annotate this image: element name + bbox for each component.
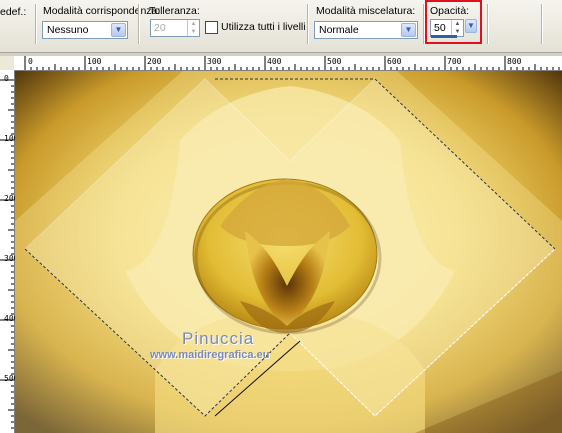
ruler-label: 200 [147, 57, 162, 66]
blend-mode-select[interactable]: Normale ▼ [314, 21, 418, 39]
tolerance-label: Tolleranza: [149, 5, 200, 17]
ruler-label: 600 [387, 57, 402, 66]
horizontal-ruler: 0 100 200 300 400 500 600 700 800 [0, 56, 562, 71]
blend-mode-label: Modalità miscelatura: [316, 5, 416, 17]
opacity-highlight-box [425, 0, 482, 44]
ruler-label: 300 [4, 254, 19, 263]
spin-arrows[interactable]: ▲ ▼ [187, 20, 199, 36]
tolerance-spinner[interactable]: 20 ▲ ▼ [150, 19, 200, 37]
vertical-ruler: 0 100 200 300 400 500 [0, 70, 19, 433]
ruler-label: 100 [87, 57, 102, 66]
chevron-down-icon[interactable]: ▼ [111, 23, 126, 37]
ruler-label: 800 [507, 57, 522, 66]
arrow-down-icon[interactable]: ▼ [188, 28, 199, 36]
cut-label: edef.: [0, 6, 27, 18]
toolbar-separator [35, 4, 37, 44]
tolerance-value: 20 [154, 22, 166, 34]
toolbar-separator [138, 4, 140, 44]
ruler-label: 400 [267, 57, 282, 66]
ruler-label: 500 [327, 57, 342, 66]
ruler-label: 200 [4, 194, 19, 203]
tool-options-bar: edef.: Modalità corrispondenza: Nessuno … [0, 0, 562, 53]
match-mode-value: Nessuno [47, 24, 89, 36]
toolbar-separator [541, 4, 543, 44]
ruler-corner [0, 56, 14, 70]
ruler-label: 400 [4, 314, 19, 323]
chevron-down-icon[interactable]: ▼ [401, 23, 416, 37]
ruler-label: 700 [447, 57, 462, 66]
use-all-layers-label: Utilizza tutti i livelli [221, 21, 306, 33]
artwork [15, 71, 562, 433]
use-all-layers-checkbox[interactable] [205, 21, 218, 34]
image-canvas[interactable]: Pinuccia www.maidiregrafica.eu [15, 71, 562, 433]
arrow-up-icon[interactable]: ▲ [188, 20, 199, 28]
toolbar-separator [487, 4, 489, 44]
ruler-label: 0 [4, 74, 9, 83]
blend-mode-value: Normale [319, 24, 359, 36]
ruler-label: 0 [28, 57, 33, 66]
match-mode-label: Modalità corrispondenza: [43, 5, 161, 17]
match-mode-select[interactable]: Nessuno ▼ [42, 21, 128, 39]
toolbar-separator [307, 4, 309, 44]
ruler-label: 100 [4, 134, 19, 143]
ruler-label: 500 [4, 374, 19, 383]
ruler-label: 300 [207, 57, 222, 66]
